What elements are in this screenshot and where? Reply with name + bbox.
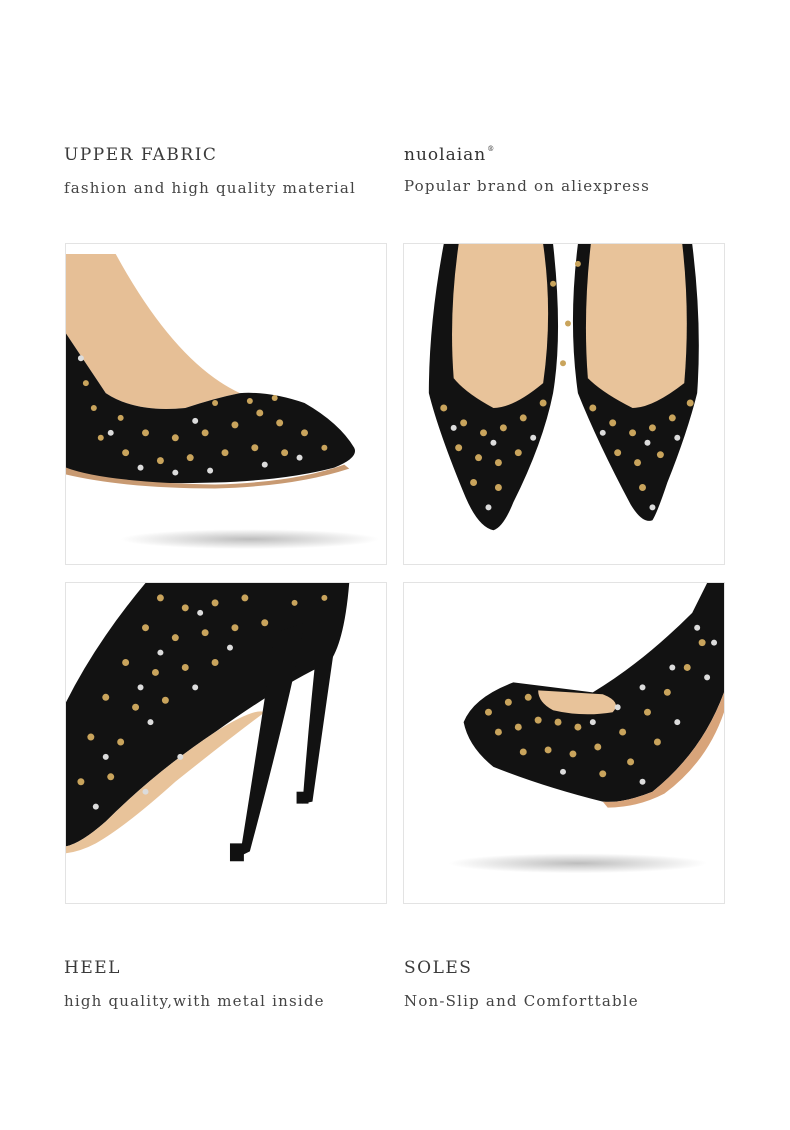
upper-fabric-subtitle: fashion and high quality material bbox=[64, 179, 357, 197]
heel-title: HEEL bbox=[64, 958, 121, 978]
upper-fabric-caption: UPPER FABRIC fashion and high quality ma… bbox=[64, 145, 356, 197]
heel-subtitle: high quality,with metal inside bbox=[64, 992, 325, 1010]
brand-logo: nuolaian® bbox=[404, 145, 650, 165]
heel-caption: HEEL high quality,with metal inside bbox=[64, 958, 325, 1010]
studded-pump-toe-icon bbox=[448, 583, 724, 874]
soles-subtitle: Non-Slip and Comforttable bbox=[404, 992, 639, 1010]
soles-title: SOLES bbox=[404, 958, 473, 978]
brand-subtitle: Popular brand on aliexpress bbox=[404, 177, 650, 195]
brand-logo-text: nuolaian bbox=[404, 145, 487, 165]
toe-view-shoe-image bbox=[403, 582, 725, 904]
studded-pump-pair-front-icon bbox=[428, 244, 699, 531]
studded-pump-heel-icon bbox=[66, 583, 350, 862]
upper-fabric-title: UPPER FABRIC bbox=[64, 145, 218, 165]
heel-view-shoe-image bbox=[65, 582, 387, 904]
side-view-shoe-image bbox=[65, 243, 387, 565]
studded-pump-side-icon bbox=[66, 253, 380, 550]
soles-caption: SOLES Non-Slip and Comforttable bbox=[404, 958, 639, 1010]
brand-caption: nuolaian® Popular brand on aliexpress bbox=[404, 145, 650, 195]
front-view-pair-image bbox=[403, 243, 725, 565]
registered-mark-icon: ® bbox=[487, 145, 496, 153]
